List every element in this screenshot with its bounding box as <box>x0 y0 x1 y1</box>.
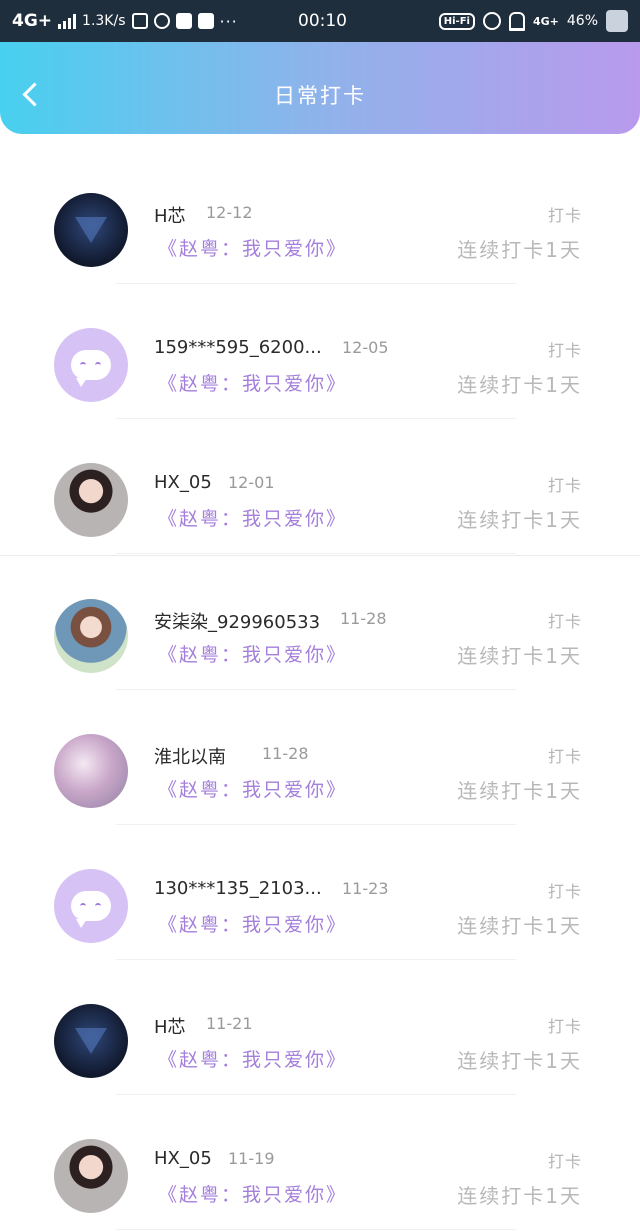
header-bar: 日常打卡 <box>0 42 640 134</box>
streak-text: 连续打卡1天 <box>457 373 582 397</box>
checkin-date: 11-28 <box>262 744 309 763</box>
pinwheel-icon <box>175 13 192 29</box>
clock: 00:10 <box>298 11 347 31</box>
checkin-date: 11-28 <box>340 609 387 628</box>
checkin-label: 打卡 <box>547 476 582 495</box>
status-bar-left: 4G+ 1.3K/s ··· <box>12 11 238 31</box>
page-title: 日常打卡 <box>274 84 366 108</box>
list-item[interactable]: H芯 11-21 《赵粤：我只爱你》 打卡 连续打卡1天 <box>0 961 640 1096</box>
avatar[interactable] <box>54 463 128 537</box>
user-name[interactable]: 159***595_6200... <box>154 337 322 358</box>
checkin-label: 打卡 <box>547 1152 582 1171</box>
checkin-label: 打卡 <box>547 747 582 766</box>
streak-text: 连续打卡1天 <box>457 914 582 938</box>
user-name[interactable]: H芯 <box>154 202 186 228</box>
streak-text: 连续打卡1天 <box>457 1049 582 1073</box>
list-item[interactable]: H芯 12-12 《赵粤：我只爱你》 打卡 连续打卡1天 <box>0 150 640 285</box>
streak-text: 连续打卡1天 <box>457 779 582 803</box>
checkin-label: 打卡 <box>547 1017 582 1036</box>
checkin-date: 12-05 <box>342 338 389 357</box>
user-name[interactable]: HX_05 <box>154 1148 212 1169</box>
chat-bubble-icon <box>71 350 111 387</box>
avatar[interactable] <box>54 1004 128 1078</box>
verse-title[interactable]: 《赵粤：我只爱你》 <box>158 775 347 802</box>
hifi-badge: Hi-Fi <box>438 12 475 30</box>
streak-text: 连续打卡1天 <box>457 508 582 532</box>
verse-title[interactable]: 《赵粤：我只爱你》 <box>158 1180 347 1207</box>
avatar[interactable] <box>54 869 128 943</box>
status-bar-right: Hi-Fi 4G+ 46% <box>438 10 628 32</box>
eye-icon <box>95 903 101 909</box>
streak-text: 连续打卡1天 <box>457 238 582 262</box>
eye-icon <box>95 362 101 368</box>
user-name[interactable]: 130***135_2103... <box>154 878 322 899</box>
avatar[interactable] <box>54 1139 128 1213</box>
mail-icon <box>197 13 214 29</box>
checkin-label: 打卡 <box>547 206 582 225</box>
avatar-image-icon <box>75 217 107 243</box>
user-name[interactable]: HX_05 <box>154 472 212 493</box>
eye-icon <box>80 362 86 368</box>
checkin-label: 打卡 <box>547 612 582 631</box>
user-name[interactable]: H芯 <box>154 1013 186 1039</box>
mute-bell-icon <box>508 11 525 31</box>
checkin-list: H芯 12-12 《赵粤：我只爱你》 打卡 连续打卡1天 159***595_6… <box>0 150 640 1231</box>
checkin-date: 11-23 <box>342 879 389 898</box>
avatar[interactable] <box>54 328 128 402</box>
checkin-date: 11-21 <box>206 1014 253 1033</box>
verse-title[interactable]: 《赵粤：我只爱你》 <box>158 1045 347 1072</box>
checkin-date: 12-12 <box>206 203 253 222</box>
verse-title[interactable]: 《赵粤：我只爱你》 <box>158 504 347 531</box>
signal-icon <box>58 13 77 29</box>
alarm-icon <box>482 12 501 30</box>
battery-level: 46% <box>566 13 598 29</box>
more-notifications-icon: ··· <box>219 11 238 31</box>
list-item[interactable]: 159***595_6200... 12-05 《赵粤：我只爱你》 打卡 连续打… <box>0 285 640 420</box>
app-notification-icon <box>131 13 148 29</box>
verse-title[interactable]: 《赵粤：我只爱你》 <box>158 369 347 396</box>
network-type: 4G+ <box>12 11 53 31</box>
verse-title[interactable]: 《赵粤：我只爱你》 <box>158 640 347 667</box>
avatar[interactable] <box>54 734 128 808</box>
checkin-date: 12-01 <box>228 473 275 492</box>
avatar-image-icon <box>75 1028 107 1054</box>
list-item[interactable]: 安柒染_929960533 11-28 《赵粤：我只爱你》 打卡 连续打卡1天 <box>0 555 640 691</box>
checkin-date: 11-19 <box>228 1149 275 1168</box>
checkin-label: 打卡 <box>547 341 582 360</box>
verse-title[interactable]: 《赵粤：我只爱你》 <box>158 234 347 261</box>
list-item[interactable]: HX_05 12-01 《赵粤：我只爱你》 打卡 连续打卡1天 <box>0 420 640 555</box>
list-item[interactable]: 淮北以南 11-28 《赵粤：我只爱你》 打卡 连续打卡1天 <box>0 691 640 826</box>
network-speed: 1.3K/s <box>82 13 126 29</box>
status-avatar-icon <box>606 10 628 32</box>
eye-icon <box>80 903 86 909</box>
user-name[interactable]: 淮北以南 <box>154 743 226 769</box>
list-item[interactable]: HX_05 11-19 《赵粤：我只爱你》 打卡 连续打卡1天 <box>0 1096 640 1231</box>
streak-text: 连续打卡1天 <box>457 644 582 668</box>
user-name[interactable]: 安柒染_929960533 <box>154 608 320 634</box>
avatar[interactable] <box>54 599 128 673</box>
status-bar: 4G+ 1.3K/s ··· 00:10 Hi-Fi 4G+ 46% <box>0 0 640 42</box>
list-item[interactable]: 130***135_2103... 11-23 《赵粤：我只爱你》 打卡 连续打… <box>0 826 640 961</box>
network-type-right: 4G+ <box>532 14 559 28</box>
weibo-icon <box>153 13 170 29</box>
checkin-label: 打卡 <box>547 882 582 901</box>
avatar[interactable] <box>54 193 128 267</box>
chat-bubble-icon <box>71 891 111 928</box>
verse-title[interactable]: 《赵粤：我只爱你》 <box>158 910 347 937</box>
